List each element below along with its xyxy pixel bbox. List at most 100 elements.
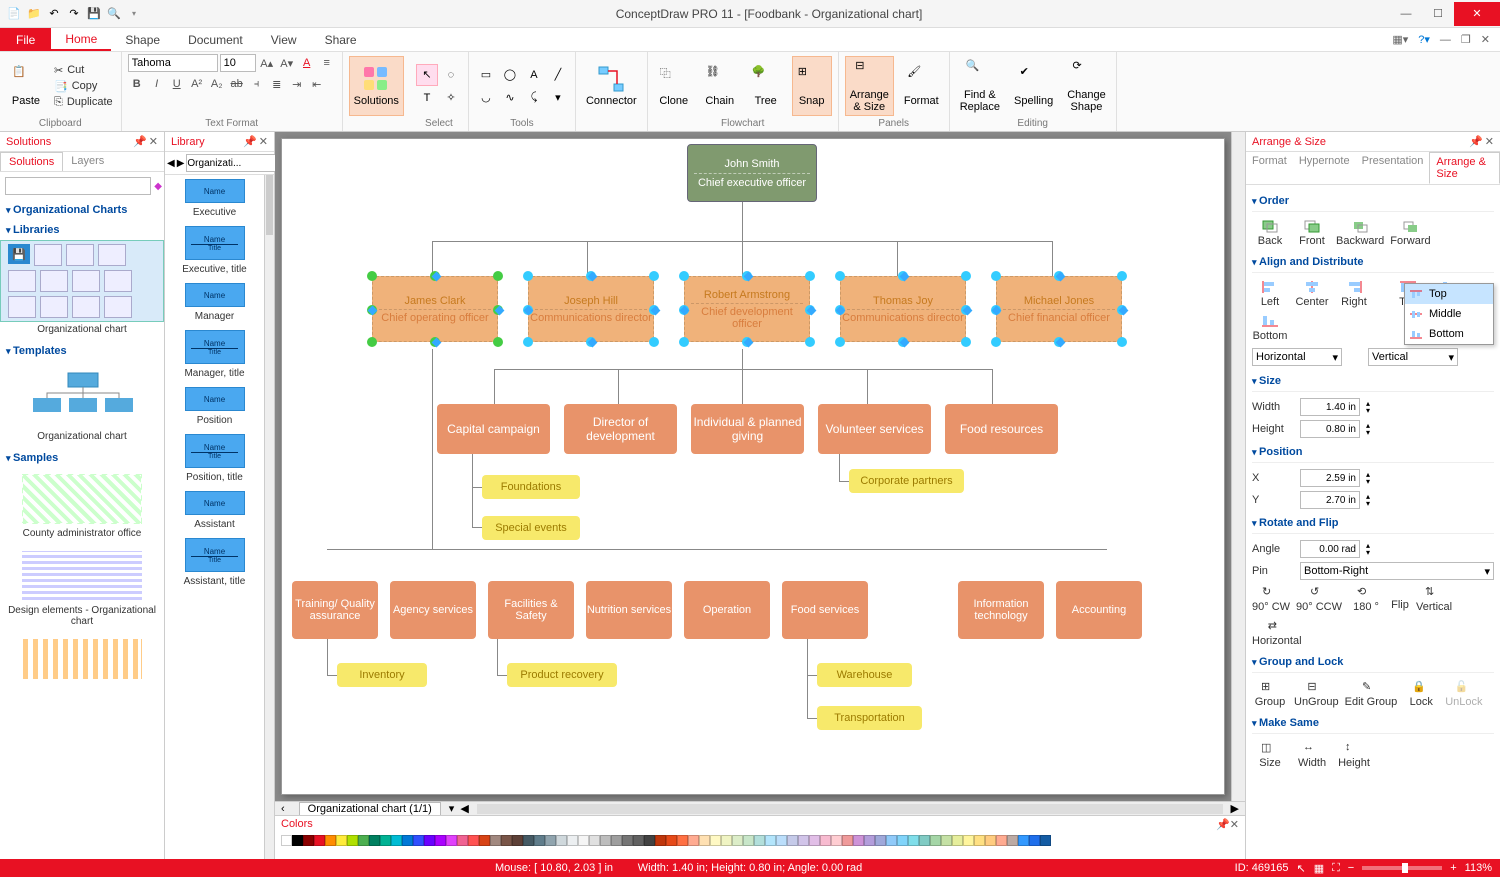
rp-tab-arrange[interactable]: Arrange & Size bbox=[1429, 152, 1500, 184]
color-swatch[interactable] bbox=[281, 835, 292, 846]
text-tool-icon[interactable]: A bbox=[523, 64, 545, 86]
status-tool-icon[interactable]: ↖ bbox=[1296, 862, 1305, 875]
color-swatch[interactable] bbox=[380, 835, 391, 846]
spelling-button[interactable]: ✔Spelling bbox=[1010, 56, 1057, 116]
qat-more-icon[interactable]: ▾ bbox=[126, 6, 142, 22]
color-swatch[interactable] bbox=[446, 835, 457, 846]
color-swatch[interactable] bbox=[655, 835, 666, 846]
cut-button[interactable]: ✂Cut bbox=[52, 63, 115, 78]
note-foundations[interactable]: Foundations bbox=[482, 475, 580, 499]
rp-tab-hypernote[interactable]: Hypernote bbox=[1293, 152, 1356, 184]
sheet-tab[interactable]: Organizational chart (1/1) bbox=[299, 802, 441, 816]
color-swatch[interactable] bbox=[512, 835, 523, 846]
lib-close-icon[interactable]: ✕ bbox=[259, 135, 268, 148]
color-swatch[interactable] bbox=[897, 835, 908, 846]
dept-individual-planned-giving[interactable]: Individual & planned giving bbox=[691, 404, 804, 454]
status-fit-icon[interactable]: ⛶ bbox=[1332, 862, 1340, 875]
canvas-hscroll[interactable]: ‹ Organizational chart (1/1) ▾ ◀ ▶ bbox=[275, 801, 1245, 815]
lib-fwd-icon[interactable]: ▶ bbox=[177, 158, 185, 169]
color-swatch[interactable] bbox=[721, 835, 732, 846]
color-swatch[interactable] bbox=[622, 835, 633, 846]
color-swatch[interactable] bbox=[534, 835, 545, 846]
color-swatch[interactable] bbox=[776, 835, 787, 846]
sec-group[interactable]: Group and Lock bbox=[1252, 650, 1494, 673]
solutions-search[interactable] bbox=[5, 177, 151, 195]
section-templates[interactable]: Templates bbox=[0, 341, 164, 361]
qat-save-icon[interactable]: 💾 bbox=[86, 6, 102, 22]
order-front-button[interactable]: Front bbox=[1294, 219, 1330, 247]
maximize-button[interactable]: ☐ bbox=[1422, 2, 1454, 26]
lib-item-assistant[interactable]: NameAssistant bbox=[169, 491, 260, 530]
group-button[interactable]: ⊞Group bbox=[1252, 680, 1288, 708]
color-swatch[interactable] bbox=[501, 835, 512, 846]
color-swatch[interactable] bbox=[699, 835, 710, 846]
color-swatch[interactable] bbox=[468, 835, 479, 846]
indent-icon[interactable]: ⇥ bbox=[288, 75, 306, 93]
rotate-180-button[interactable]: ⟲180 ° bbox=[1348, 585, 1384, 613]
color-swatch[interactable] bbox=[831, 835, 842, 846]
flip-horiz-button[interactable]: ⇄Horizontal bbox=[1252, 619, 1302, 647]
hscroll-right-icon[interactable]: ▶ bbox=[1225, 802, 1245, 815]
dept-capital-campaign[interactable]: Capital campaign bbox=[437, 404, 550, 454]
spinner-icon[interactable]: ▴▾ bbox=[1366, 542, 1370, 556]
color-swatch[interactable] bbox=[369, 835, 380, 846]
colors-pin-icon[interactable]: 📌 bbox=[1216, 819, 1230, 831]
tab-shape[interactable]: Shape bbox=[111, 28, 174, 51]
color-swatch[interactable] bbox=[589, 835, 600, 846]
find-replace-button[interactable]: 🔍Find & Replace bbox=[956, 56, 1004, 116]
dept-food-resources[interactable]: Food resources bbox=[945, 404, 1058, 454]
help-icon[interactable]: ?▾ bbox=[1414, 33, 1434, 46]
paste-button[interactable]: 📋 Paste bbox=[6, 56, 46, 116]
color-swatch[interactable] bbox=[556, 835, 567, 846]
sample-thumb-3[interactable] bbox=[22, 639, 142, 679]
color-swatch[interactable] bbox=[842, 835, 853, 846]
note-inventory[interactable]: Inventory bbox=[337, 663, 427, 687]
line-tool-icon[interactable]: ╱ bbox=[547, 64, 569, 86]
height-input[interactable] bbox=[1300, 420, 1360, 438]
color-swatch[interactable] bbox=[710, 835, 721, 846]
zoom-slider[interactable] bbox=[1362, 866, 1442, 870]
mdi-restore-icon[interactable]: ❐ bbox=[1457, 33, 1475, 46]
align-center-button[interactable]: Center bbox=[1294, 280, 1330, 308]
sec-rotate[interactable]: Rotate and Flip bbox=[1252, 511, 1494, 534]
color-swatch[interactable] bbox=[666, 835, 677, 846]
lib-item-manager[interactable]: NameManager bbox=[169, 283, 260, 322]
clone-button[interactable]: ⿻Clone bbox=[654, 56, 694, 116]
dropdown-middle[interactable]: Middle bbox=[1405, 304, 1493, 324]
note-special-events[interactable]: Special events bbox=[482, 516, 580, 540]
color-swatch[interactable] bbox=[677, 835, 688, 846]
color-swatch[interactable] bbox=[1018, 835, 1029, 846]
color-swatch[interactable] bbox=[820, 835, 831, 846]
spinner-icon[interactable]: ▴▾ bbox=[1366, 471, 1370, 485]
align-left-icon[interactable]: ≡ bbox=[318, 54, 336, 72]
section-org-charts[interactable]: Organizational Charts bbox=[0, 200, 164, 220]
color-swatch[interactable] bbox=[358, 835, 369, 846]
lib-item-position[interactable]: NamePosition bbox=[169, 387, 260, 426]
rp-tab-format[interactable]: Format bbox=[1246, 152, 1293, 184]
qat-preview-icon[interactable]: 🔍 bbox=[106, 6, 122, 22]
dept-operation[interactable]: Operation bbox=[684, 581, 770, 639]
lib-pin-icon[interactable]: 📌 bbox=[243, 135, 257, 148]
spline-tool-icon[interactable]: ∿ bbox=[499, 87, 521, 109]
tab-share[interactable]: Share bbox=[311, 28, 371, 51]
copy-button[interactable]: 📑Copy bbox=[52, 79, 115, 94]
node-thomas-joy[interactable]: Thomas JoyCommunications director bbox=[840, 276, 966, 342]
text-icon[interactable]: T bbox=[416, 87, 438, 109]
distribute-horiz-combo[interactable]: Horizontal▾ bbox=[1252, 348, 1342, 366]
sec-position[interactable]: Position bbox=[1252, 440, 1494, 463]
dept-information-technology[interactable]: Information technology bbox=[958, 581, 1044, 639]
color-swatch[interactable] bbox=[303, 835, 314, 846]
distribute-vert-dropdown[interactable]: Top Middle Bottom bbox=[1404, 283, 1494, 345]
pointer-icon[interactable]: ↖ bbox=[416, 64, 438, 86]
x-input[interactable] bbox=[1300, 469, 1360, 487]
colors-close-icon[interactable]: ✕ bbox=[1230, 819, 1239, 831]
color-swatch[interactable] bbox=[402, 835, 413, 846]
sec-makesame[interactable]: Make Same bbox=[1252, 711, 1494, 734]
y-input[interactable] bbox=[1300, 491, 1360, 509]
solutions-button[interactable]: Solutions bbox=[349, 56, 404, 116]
same-height-button[interactable]: ↕Height bbox=[1336, 741, 1372, 769]
sub-icon[interactable]: A₂ bbox=[208, 75, 226, 93]
color-swatch[interactable] bbox=[644, 835, 655, 846]
lib-item-position-title[interactable]: NameTitlePosition, title bbox=[169, 434, 260, 483]
dept-facilities-safety[interactable]: Facilities & Safety bbox=[488, 581, 574, 639]
